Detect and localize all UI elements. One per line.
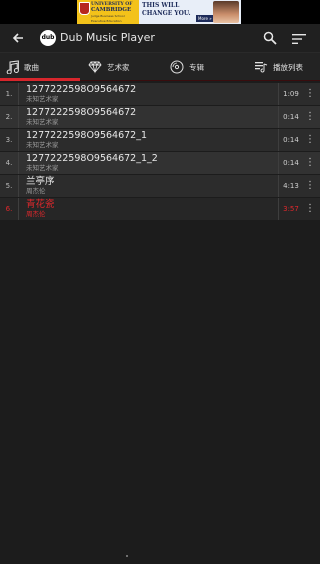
tab-active-indicator [0,78,80,81]
song-title: 青花瓷 [26,199,55,210]
song-title: 1277222598O9564672 [26,84,137,95]
ad-headline-line2: CHANGE YOU. [142,10,191,17]
tab-songs[interactable]: 歌曲 [5,53,39,81]
ad-right-panel: THIS WILL CHANGE YOU. More » [139,0,241,24]
playlist-icon [254,60,268,74]
song-row-6-now-playing[interactable]: 6. 青花瓷 周杰伦 3:57 ⋮ [0,198,320,220]
app-bar: dub Dub Music Player [0,24,320,52]
song-title: 1277222598O9564672 [26,107,137,118]
song-number: 3. [0,129,19,151]
ad-photo [213,1,239,23]
song-duration: 3:57 [278,198,303,220]
app-title: Dub Music Player [60,31,155,44]
song-duration: 0:14 [278,129,303,151]
ad-more-button[interactable]: More » [196,15,214,22]
song-artist: 周杰伦 [26,210,46,218]
tab-songs-label: 歌曲 [24,62,39,72]
more-options-icon[interactable]: ⋮ [303,175,317,197]
song-title: 1277222598O9564672_1 [26,130,148,141]
song-row-4[interactable]: 4. 1277222598O9564672_1_2 未知艺术家 0:14 ⋮ [0,152,320,174]
song-artist: 未知艺术家 [26,164,59,172]
ad-brand: Executive Education [91,19,122,23]
song-title: 1277222598O9564672_1_2 [26,153,158,164]
arrow-left-icon [12,33,23,43]
tab-artists[interactable]: 艺术家 [88,53,130,81]
tab-bar: 歌曲 艺术家 专辑 播放列表 [0,52,320,81]
song-duration: 1:09 [278,83,303,105]
tab-albums-label: 专辑 [189,62,204,72]
music-note-icon [5,60,19,74]
more-options-icon[interactable]: ⋮ [303,129,317,151]
song-artist: 未知艺术家 [26,95,59,103]
tab-artists-label: 艺术家 [107,62,130,72]
back-button[interactable] [10,30,26,46]
song-number: 5. [0,175,19,197]
crest-icon [79,2,90,15]
ad-left-panel: UNIVERSITY OF CAMBRIDGE Judge Business S… [77,0,139,24]
sort-button[interactable] [291,31,307,45]
song-row-3[interactable]: 3. 1277222598O9564672_1 未知艺术家 0:14 ⋮ [0,129,320,151]
more-options-icon[interactable]: ⋮ [303,152,317,174]
more-options-icon[interactable]: ⋮ [303,198,317,220]
song-duration: 0:14 [278,106,303,128]
ad-university-line2: CAMBRIDGE [91,7,132,13]
song-row-2[interactable]: 2. 1277222598O9564672 未知艺术家 0:14 ⋮ [0,106,320,128]
song-number: 4. [0,152,19,174]
tab-playlists-label: 播放列表 [273,62,303,72]
song-title: 兰亭序 [26,176,55,187]
tab-albums[interactable]: 专辑 [170,53,204,81]
diamond-icon [88,60,102,74]
song-duration: 4:13 [278,175,303,197]
ad-banner-bar: UNIVERSITY OF CAMBRIDGE Judge Business S… [0,0,320,24]
disc-icon [170,60,184,74]
more-options-icon[interactable]: ⋮ [303,106,317,128]
song-number: 6. [0,198,19,220]
page-dot [126,555,128,557]
song-row-5[interactable]: 5. 兰亭序 周杰伦 4:13 ⋮ [0,175,320,197]
sort-icon [292,34,306,44]
more-options-icon[interactable]: ⋮ [303,83,317,105]
song-number: 1. [0,83,19,105]
ad-headline-line1: THIS WILL [142,2,180,9]
song-artist: 未知艺术家 [26,118,59,126]
song-artist: 未知艺术家 [26,141,59,149]
ad-banner[interactable]: UNIVERSITY OF CAMBRIDGE Judge Business S… [77,0,241,24]
song-duration: 0:14 [278,152,303,174]
app-logo: dub [40,30,56,46]
search-icon [263,31,277,45]
song-number: 2. [0,106,19,128]
song-artist: 周杰伦 [26,187,46,195]
song-row-1[interactable]: 1. 1277222598O9564672 未知艺术家 1:09 ⋮ [0,83,320,105]
search-button[interactable] [262,30,278,46]
ad-school: Judge Business School [91,14,125,18]
tab-playlists[interactable]: 播放列表 [254,53,303,81]
